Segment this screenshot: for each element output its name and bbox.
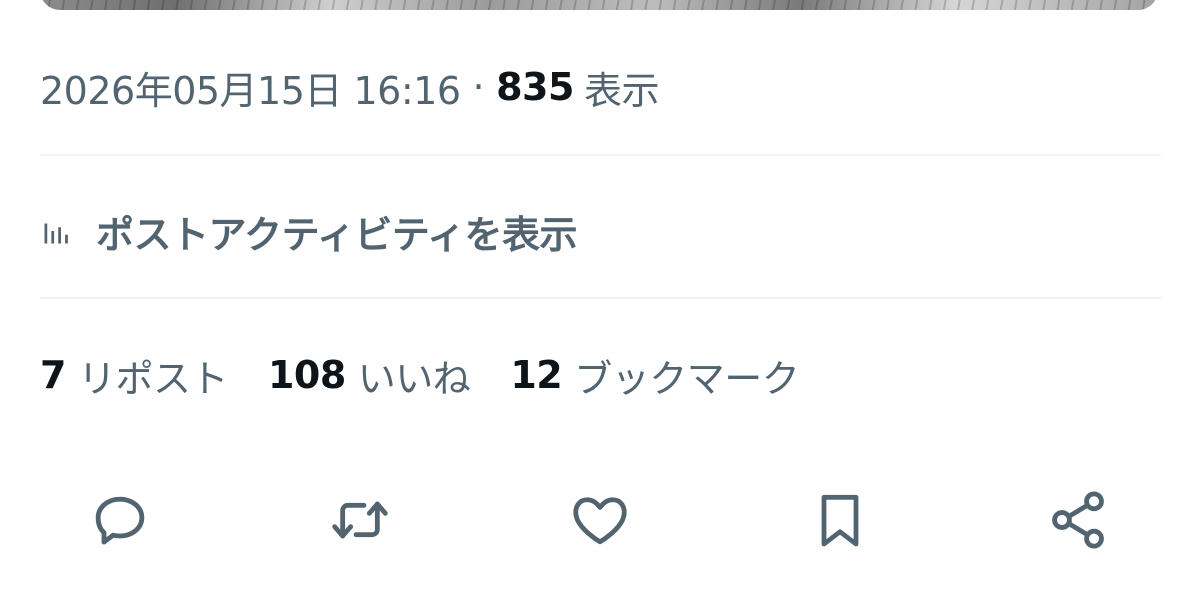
like-label: いいね (357, 356, 471, 401)
stat-reposts[interactable]: 7 リポスト (40, 348, 228, 403)
repost-label: リポスト (77, 356, 229, 401)
share-icon (1052, 491, 1104, 549)
like-count: 108 (267, 353, 346, 397)
tweet-meta: 2026年05月15日 16:16 · 835 表示 (40, 60, 660, 115)
divider-top (40, 154, 1161, 156)
post-activity-link[interactable]: ポストアクティビティを表示 (40, 205, 578, 257)
repost-icon (332, 501, 388, 539)
bookmark-label: ブックマーク (574, 356, 800, 401)
timestamp[interactable]: 2026年05月15日 16:16 (40, 60, 461, 115)
stat-bookmarks[interactable]: 12 ブックマーク (510, 348, 799, 403)
media-image-bottom[interactable] (40, 0, 1158, 10)
media-image-texture (40, 0, 1158, 10)
separator-dot: · (472, 65, 485, 109)
reply-icon (95, 496, 145, 545)
like-icon (573, 497, 627, 545)
bookmark-icon (821, 494, 859, 547)
bookmark-button[interactable] (800, 480, 880, 560)
post-activity-label: ポストアクティビティを表示 (96, 212, 578, 257)
divider-middle (40, 297, 1161, 299)
engagement-stats: 7 リポスト 108 いいね 12 ブックマーク (40, 348, 839, 403)
views-label: 表示 (583, 68, 660, 113)
repost-count: 7 (40, 353, 66, 397)
bookmark-count: 12 (510, 353, 563, 397)
analytics-icon (40, 214, 74, 248)
repost-button[interactable] (320, 480, 400, 560)
action-bar (40, 480, 1161, 560)
stat-likes[interactable]: 108 いいね (267, 348, 471, 403)
views-count: 835 (496, 65, 574, 109)
like-button[interactable] (560, 480, 640, 560)
share-button[interactable] (1038, 480, 1118, 560)
reply-button[interactable] (80, 480, 160, 560)
